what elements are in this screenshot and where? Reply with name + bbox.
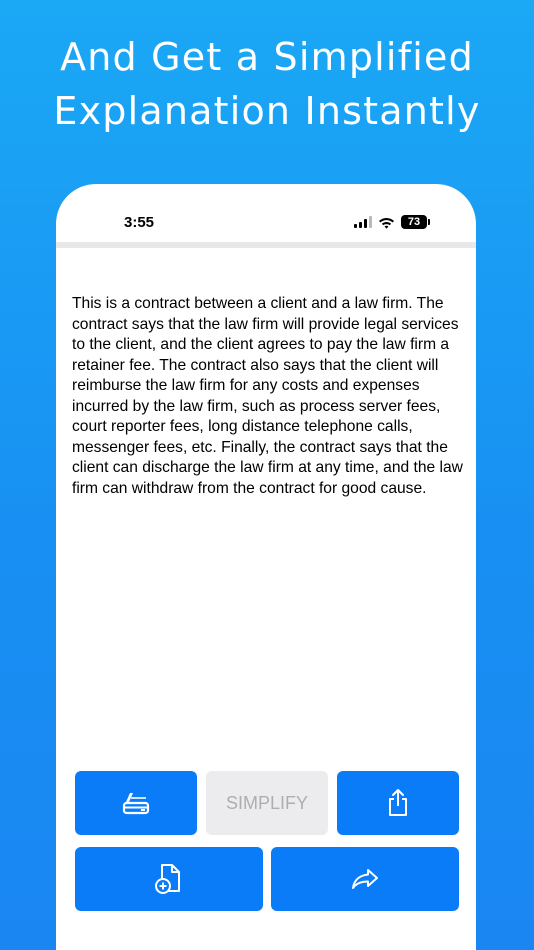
headline-line-2: Explanation Instantly [53, 89, 481, 133]
scanner-icon [122, 793, 150, 815]
phone-screen: 3:55 73 This is a contract between a cli… [56, 184, 476, 950]
battery-icon: 73 [401, 215, 430, 229]
forward-button[interactable] [271, 847, 459, 911]
simplify-button[interactable]: SIMPLIFY [206, 771, 328, 835]
cellular-signal-icon [354, 216, 372, 228]
forward-arrow-icon [352, 869, 378, 889]
nav-divider [56, 242, 476, 248]
add-document-icon [155, 864, 180, 894]
status-icons: 73 [354, 214, 430, 230]
share-button[interactable] [337, 771, 459, 835]
share-icon [389, 789, 407, 816]
scan-button[interactable] [75, 771, 197, 835]
promo-headline: And Get a Simplified Explanation Instant… [0, 30, 534, 138]
status-bar: 3:55 73 [56, 184, 476, 244]
headline-line-1: And Get a Simplified [60, 35, 474, 79]
new-document-button[interactable] [75, 847, 263, 911]
simplified-explanation-text: This is a contract between a client and … [72, 295, 463, 497]
wifi-icon [379, 217, 394, 229]
status-time: 3:55 [124, 214, 155, 231]
